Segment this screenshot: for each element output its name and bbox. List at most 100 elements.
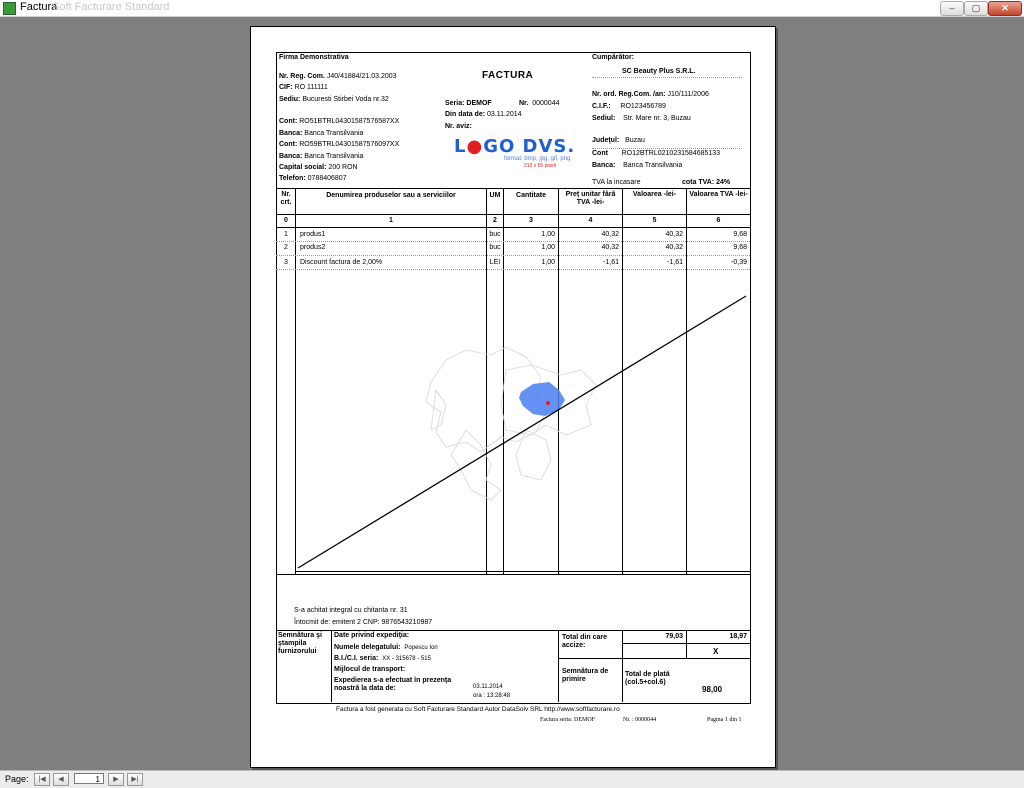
- buyer-reg-value: J10/111/2006: [667, 91, 709, 98]
- page-label: Page:: [5, 774, 29, 784]
- doc-date-value: 03.11.2014: [487, 111, 522, 118]
- shipping-title: Date privind expediţia:: [334, 632, 410, 639]
- logo-o-icon: ●: [466, 136, 484, 157]
- next-page-button[interactable]: ▶: [108, 773, 124, 786]
- buyer-name: SC Beauty Plus S.R.L.: [622, 68, 696, 75]
- idx-0: 0: [284, 217, 288, 224]
- doc-date-label: Din data de:: [445, 111, 486, 118]
- seller-cif-value: RO 111111: [294, 84, 328, 91]
- generated-by: Factura a fost generata cu Soft Facturar…: [336, 706, 620, 713]
- logo-text-rest: GO DVS.: [483, 136, 576, 157]
- company-logo: L●GO DVS.: [454, 136, 575, 157]
- footer-page: Pagina 1 din 1: [707, 717, 742, 723]
- buyer-sediu-label: Sediul:: [592, 115, 616, 122]
- seller-sediu-value: Bucuresti Stirbei Voda nr.32: [302, 96, 389, 103]
- shipping-date: 03.11.2014: [473, 684, 503, 690]
- buyer-reg-label: Nr. ord. Reg.Com. /an:: [592, 91, 666, 98]
- buyer-tva-note: TVA la incasare: [592, 179, 641, 186]
- footer-seria: Factura seria: DEMOF: [540, 717, 595, 723]
- page-number-input[interactable]: 1: [74, 773, 104, 784]
- payment-total-label: Total de plată (col.5+col.6): [625, 671, 670, 686]
- logo-size: 210 x 55 pixeli: [524, 163, 556, 169]
- th-tva: Valoarea TVA -lei-: [689, 191, 748, 198]
- seller-capital-label: Capital social:: [279, 164, 327, 171]
- buyer-judet-label: Judeţul:: [592, 137, 620, 144]
- maximize-button[interactable]: ▢: [964, 1, 988, 16]
- seller-banca2-label: Banca:: [279, 153, 303, 160]
- cell-um: buc: [489, 244, 501, 251]
- cell-pret: 40,32: [601, 244, 619, 251]
- idx-5: 5: [652, 217, 657, 224]
- buyer-banca-label: Banca:: [592, 162, 616, 169]
- th-nr: Nr. crt.: [280, 191, 292, 206]
- seller-banca2-value: Banca Transilvania: [304, 153, 364, 160]
- receipt-signature-label: Semnătura de primire: [562, 668, 609, 683]
- cell-nr: 2: [284, 244, 288, 251]
- prev-page-button[interactable]: ◀: [53, 773, 69, 786]
- seller-reg-label: Nr. Reg. Com.: [279, 73, 325, 80]
- total-tva: 18,97: [729, 633, 747, 640]
- close-button[interactable]: ✕: [988, 1, 1022, 16]
- transport-label: Mijlocul de transport:: [334, 666, 406, 673]
- issued-by: Întocmit de: emitent 2 CNP: 987654321098…: [294, 619, 433, 626]
- logo-format: format: bmp, jpg, gif, png: [504, 156, 571, 162]
- last-page-button[interactable]: ▶|: [127, 773, 143, 786]
- th-pret: Preţ unitar fără TVA -lei-: [565, 191, 616, 206]
- cell-denumire: Discount factura de 2,00%: [300, 259, 383, 266]
- cell-pret: 40,32: [601, 231, 619, 238]
- app-icon: [3, 2, 16, 15]
- document-title: FACTURA: [482, 70, 534, 81]
- cell-nr: 1: [284, 231, 288, 238]
- buyer-cif-value: RO123456789: [620, 103, 666, 110]
- seller-capital-value: 200 RON: [328, 164, 358, 171]
- cell-nr: 3: [284, 259, 288, 266]
- romania-map-icon: [519, 382, 565, 416]
- cell-valoare: 40,32: [665, 244, 683, 251]
- payment-total-value: 98,00: [702, 685, 723, 694]
- idx-3: 3: [529, 217, 533, 224]
- buyer-banca-value: Banca Transilvania: [623, 162, 683, 169]
- cell-cantitate: 1,00: [541, 231, 555, 238]
- buyer-cont-label: Cont: [592, 150, 608, 157]
- buyer-sediu-value: Str. Mare nr. 3, Buzau: [623, 115, 691, 122]
- cancel-diagonal-svg: [297, 295, 747, 569]
- seller-cif-label: CIF:: [279, 84, 293, 91]
- seller-cont2-label: Cont:: [279, 141, 298, 148]
- cell-tva: 9,68: [733, 244, 747, 251]
- th-valoare: Valoarea -lei-: [632, 191, 677, 198]
- delegate-value: Popescu Ion: [404, 645, 438, 651]
- europe-map-watermark: [425, 346, 597, 501]
- idx-6: 6: [716, 217, 721, 224]
- cell-um: buc: [489, 231, 501, 238]
- total-value: 79,03: [665, 633, 683, 640]
- cell-pret: -1,61: [603, 259, 619, 266]
- window-titlebar: Factura Soft Facturare Standard – ▢ ✕: [0, 0, 1024, 17]
- cell-denumire: produs2: [300, 244, 326, 251]
- cell-denumire: produs1: [300, 231, 326, 238]
- cell-tva: -0,39: [731, 259, 747, 266]
- first-page-button[interactable]: |◀: [34, 773, 50, 786]
- th-cantitate: Cantitate: [516, 192, 546, 199]
- seller-reg-value: J40/41884/21.03.2003: [326, 73, 397, 80]
- doc-nr-label: Nr.: [519, 100, 529, 107]
- buyer-cont-value: RO12BTRL0210231584685133: [621, 150, 721, 157]
- idx-2: 2: [493, 217, 497, 224]
- idx-1: 1: [389, 217, 393, 224]
- seller-name: Firma Demonstrativa: [279, 54, 349, 61]
- payment-note: S-a achitat integral cu chitanta nr. 31: [294, 607, 408, 614]
- shipping-date-label: Expedierea s-a efectuat în prezenţa noas…: [334, 677, 452, 692]
- logo-text-l: L: [454, 136, 467, 157]
- seller-cont2-value: RO59BTRL04301587576097XX: [299, 141, 400, 148]
- doc-aviz-label: Nr. aviz:: [445, 123, 472, 130]
- id-label: B.I./C.I. seria:: [334, 655, 379, 662]
- th-um: UM: [489, 192, 501, 199]
- minimize-button[interactable]: –: [940, 1, 964, 16]
- invoice: Firma Demonstrativa Nr. Reg. Com. J40/41…: [276, 52, 751, 726]
- buyer-cif-label: C.I.F.:: [592, 103, 611, 110]
- seller-banca1-label: Banca:: [279, 130, 303, 137]
- cell-tva: 9,68: [733, 231, 747, 238]
- supplier-signature-label: Semnătura şi ştampila furnizorului: [278, 632, 322, 655]
- id-value: XX - 315678 - 515: [382, 656, 431, 662]
- page-navigator: Page: |◀ ◀ 1 ▶ ▶|: [0, 770, 1024, 788]
- total-label: Total din care accize:: [562, 634, 607, 649]
